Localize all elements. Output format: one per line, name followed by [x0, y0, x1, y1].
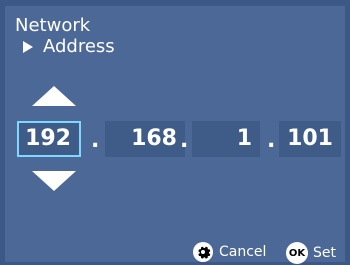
ip-octet-3[interactable]: 1 [192, 121, 260, 157]
breadcrumb: Address [23, 37, 115, 57]
page-subtitle: Address [43, 36, 115, 57]
gear-icon [193, 242, 213, 262]
increment-arrow-icon[interactable] [32, 86, 76, 106]
page-title: Network [15, 15, 91, 36]
ip-separator-3: . [267, 128, 276, 153]
ip-octet-4[interactable]: 101 [279, 121, 341, 157]
ip-octet-2[interactable]: 168 [105, 121, 185, 157]
screen-panel: Network Address 192 . 168 . 1 . 101 Canc… [5, 6, 345, 264]
set-button[interactable]: OK Set [286, 242, 336, 264]
cancel-button[interactable]: Cancel [193, 242, 266, 262]
decrement-arrow-icon[interactable] [32, 171, 76, 191]
ip-separator-1: . [91, 128, 100, 153]
ip-separator-2: . [180, 128, 189, 153]
play-arrow-icon [23, 41, 33, 53]
cancel-label: Cancel [219, 244, 267, 260]
set-label: Set [313, 245, 336, 261]
ip-octet-1[interactable]: 192 [17, 121, 81, 157]
ok-button-icon: OK [286, 242, 308, 264]
